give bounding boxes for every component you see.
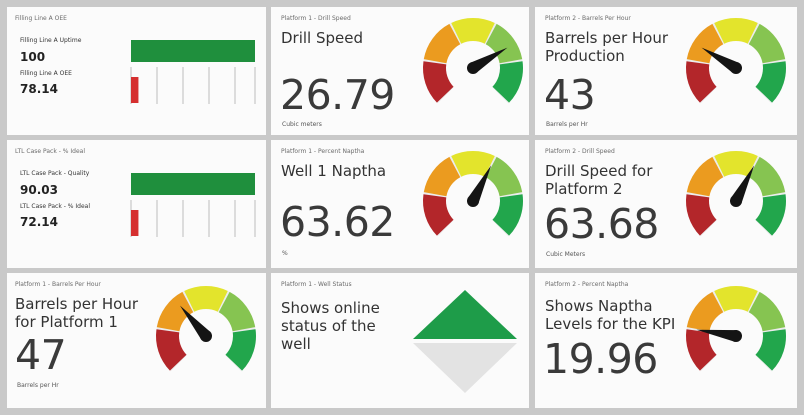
gauge-red-segment xyxy=(686,61,717,103)
tile-unit: Barrels per Hr xyxy=(17,382,59,389)
kpi-label: LTL Case Pack - % Ideal xyxy=(20,203,91,210)
gauge-svg xyxy=(423,151,523,237)
gauge xyxy=(417,144,529,258)
gauge-svg xyxy=(423,17,523,104)
tile-value: 43 xyxy=(544,71,596,119)
gauge-svg xyxy=(156,286,256,372)
gauge-hub xyxy=(730,195,742,207)
gauge-green-segment xyxy=(492,194,523,236)
uptime-bar xyxy=(131,40,255,62)
kpi-label: Filling Line A OEE xyxy=(20,70,72,77)
gauge-red-segment xyxy=(423,61,454,103)
bar-gridlines xyxy=(130,67,256,104)
tile-caption: Platform 1 - Drill Speed xyxy=(281,15,351,22)
tile-value: 26.79 xyxy=(280,71,395,119)
gauge-hub xyxy=(467,195,479,207)
bar-gridlines xyxy=(130,200,256,237)
tile-title: Drill Speed for Platform 2 xyxy=(545,162,653,198)
status-up-triangle xyxy=(413,290,517,339)
ideal-bar xyxy=(131,210,139,236)
tile-title: Shows online status of the well xyxy=(281,299,380,353)
status-down-triangle xyxy=(413,343,517,393)
tile-caption: Platform 1 - Percent Naptha xyxy=(281,148,365,155)
tile-title: Barrels per Hour for Platform 1 xyxy=(15,295,139,331)
tile-caption: Platform 2 - Drill Speed xyxy=(545,148,615,155)
kpi-value: 78.14 xyxy=(20,82,58,96)
kpi-label: Filling Line A Uptime xyxy=(20,37,82,44)
tile-caption: Platform 1 - Well Status xyxy=(281,281,352,288)
gauge-hub xyxy=(730,330,742,342)
gauge-red-segment xyxy=(156,329,187,371)
tile-value: 63.62 xyxy=(280,198,395,246)
tile-unit: % xyxy=(282,250,288,257)
tile-title: Drill Speed xyxy=(281,29,364,47)
tile-caption: Platform 2 - Percent Naptha xyxy=(545,281,629,288)
gauge-svg xyxy=(686,286,786,372)
tile-well-status[interactable]: Platform 1 - Well Status Shows online st… xyxy=(271,273,529,408)
tile-title: Shows Naptha Levels for the KPI xyxy=(545,297,676,333)
gauge-hub xyxy=(467,62,479,74)
tile-title: Well 1 Naptha xyxy=(281,162,387,180)
gauge xyxy=(680,144,792,258)
tile-caption: Platform 2 - Barrels Per Hour xyxy=(545,15,631,22)
gauge-hub xyxy=(730,62,742,74)
tile-unit: Cubic Meters xyxy=(546,251,586,258)
gauge-green-segment xyxy=(755,61,786,103)
tile-caption: Platform 1 - Barrels Per Hour xyxy=(15,281,101,288)
gauge xyxy=(417,11,529,125)
gauge-green-segment xyxy=(492,61,523,103)
tile-drill-speed[interactable]: Platform 1 - Drill Speed Drill Speed 26.… xyxy=(271,7,529,135)
status-indicator xyxy=(413,290,517,393)
tile-value: 63.68 xyxy=(544,200,659,248)
bullet-bar-chart xyxy=(130,40,256,104)
gauge-svg xyxy=(686,17,786,104)
tile-value: 47 xyxy=(15,331,67,379)
tile-filling-line[interactable]: Filling Line A OEE Filling Line A Uptime… xyxy=(7,7,266,135)
tile-case-pack[interactable]: LTL Case Pack - % Ideal LTL Case Pack - … xyxy=(7,140,266,268)
tile-caption: Filling Line A OEE xyxy=(15,15,67,22)
quality-bar xyxy=(131,173,255,195)
tile-naptha-levels[interactable]: Platform 2 - Percent Naptha Shows Naptha… xyxy=(535,273,797,408)
gauge-green-segment xyxy=(755,329,786,371)
tile-unit: Barrels per Hr xyxy=(546,121,588,128)
oee-bar xyxy=(131,77,139,103)
kpi-label: LTL Case Pack - Quality xyxy=(20,170,90,177)
tile-barrels-per-hour[interactable]: Platform 2 - Barrels Per Hour Barrels pe… xyxy=(535,7,797,135)
gauge-green-segment xyxy=(225,329,256,371)
tile-caption: LTL Case Pack - % Ideal xyxy=(15,148,86,155)
gauge xyxy=(680,11,792,125)
tile-barrels-platform-1[interactable]: Platform 1 - Barrels Per Hour Barrels pe… xyxy=(7,273,266,408)
gauge-green-segment xyxy=(755,194,786,236)
gauge xyxy=(680,279,792,393)
gauge xyxy=(150,279,262,393)
bullet-bar-chart xyxy=(130,173,256,237)
kpi-value: 90.03 xyxy=(20,183,58,197)
tile-drill-speed-2[interactable]: Platform 2 - Drill Speed Drill Speed for… xyxy=(535,140,797,268)
gauge-red-segment xyxy=(686,329,717,371)
tile-unit: Cubic meters xyxy=(282,121,322,128)
gauge-red-segment xyxy=(423,194,454,236)
gauge-red-segment xyxy=(686,194,717,236)
tile-value: 19.96 xyxy=(543,335,658,383)
kpi-value: 100 xyxy=(20,50,46,64)
tile-well-naptha[interactable]: Platform 1 - Percent Naptha Well 1 Napth… xyxy=(271,140,529,268)
tile-title: Barrels per Hour Production xyxy=(545,29,669,65)
gauge-hub xyxy=(200,330,212,342)
kpi-value: 72.14 xyxy=(20,215,58,229)
gauge-svg xyxy=(686,151,786,237)
